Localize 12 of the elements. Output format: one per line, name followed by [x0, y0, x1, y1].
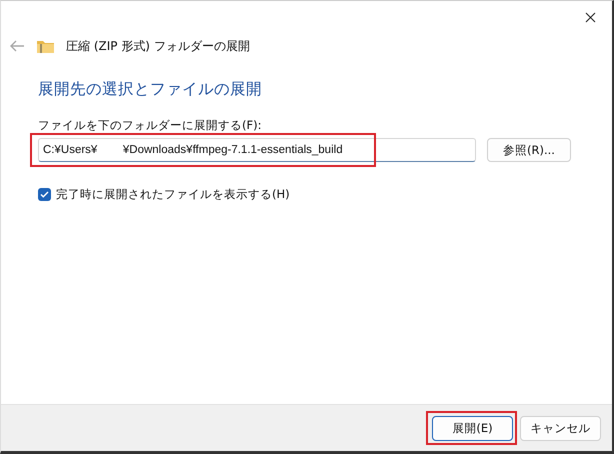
destination-field[interactable]: C:¥Users¥ ¥Downloads¥ffmpeg-7.1.1-essentials_build [38, 138, 476, 162]
checkbox[interactable] [38, 188, 51, 201]
browse-button[interactable]: 参照(R)... [487, 138, 571, 162]
cancel-button[interactable]: キャンセル [520, 416, 601, 440]
back-arrow-icon[interactable] [9, 39, 25, 53]
window-title: 圧縮 (ZIP 形式) フォルダーの展開 [66, 38, 250, 54]
close-icon [584, 12, 596, 22]
zip-folder-icon [37, 39, 54, 53]
field-label: ファイルを下のフォルダーに展開する(F): [38, 118, 262, 133]
checkbox-label: 完了時に展開されたファイルを表示する(H) [56, 187, 290, 202]
dialog-heading: 展開先の選択とファイルの展開 [38, 79, 263, 100]
extract-button[interactable]: 展開(E) [432, 416, 513, 440]
